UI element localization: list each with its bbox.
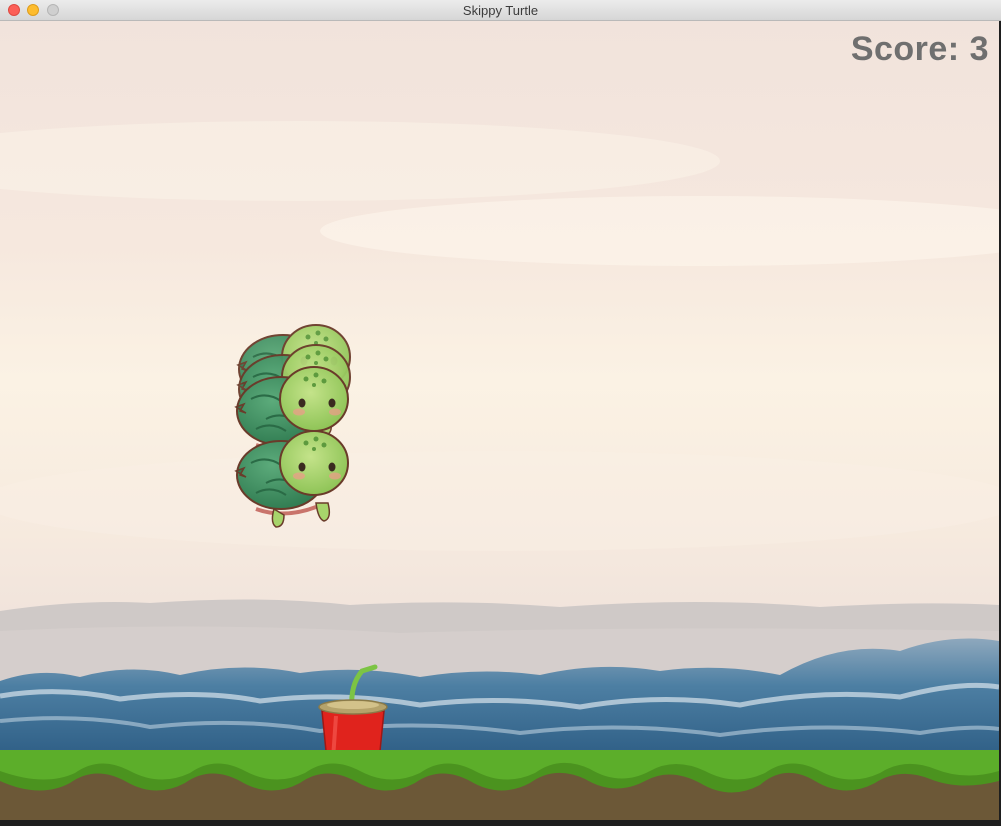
grass-top bbox=[0, 750, 999, 780]
game-scene bbox=[0, 21, 999, 820]
cloud bbox=[0, 451, 999, 551]
game-canvas[interactable]: Score: 3 bbox=[0, 21, 999, 820]
game-window: Skippy Turtle Score: 3 bbox=[0, 0, 1001, 826]
title-bar[interactable]: Skippy Turtle bbox=[0, 0, 1001, 21]
window-bottom-edge bbox=[0, 820, 1001, 826]
score-label: Score: 3 bbox=[850, 30, 989, 68]
window-title: Skippy Turtle bbox=[462, 3, 539, 18]
